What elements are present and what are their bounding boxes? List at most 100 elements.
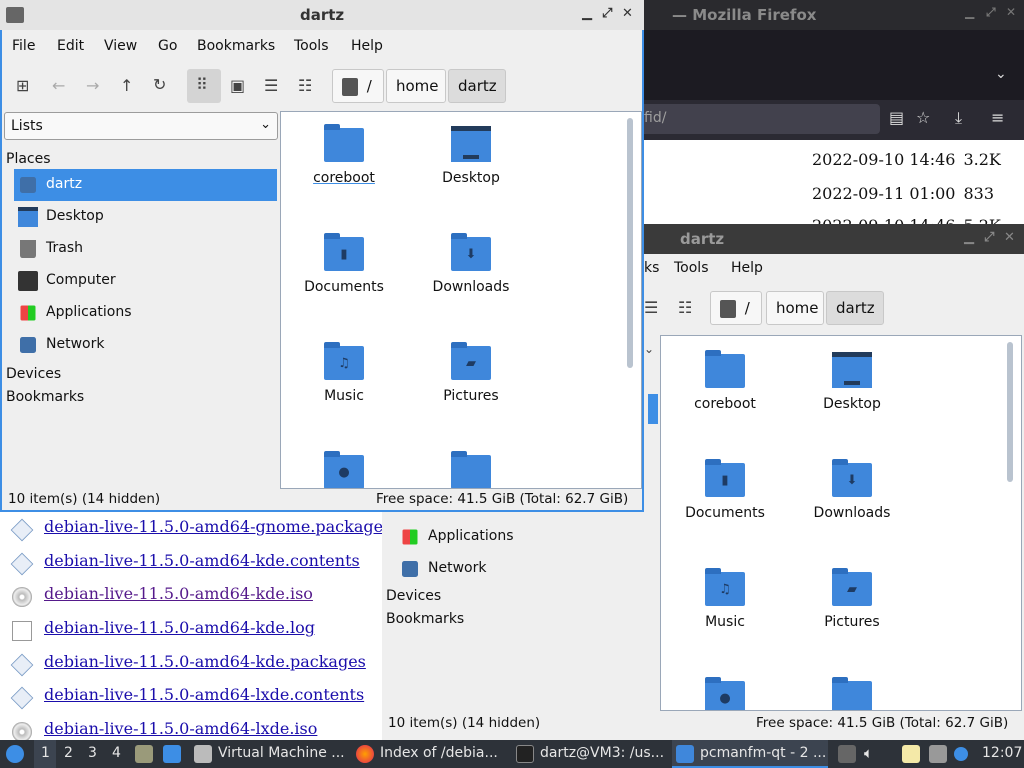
file-link[interactable]: debian-live-11.5.0-amd64-kde.iso xyxy=(44,584,313,603)
file-link[interactable]: debian-live-11.5.0-amd64-lxde.iso xyxy=(44,719,317,738)
desktop-3-button[interactable]: 3 xyxy=(88,745,97,761)
maximize-icon[interactable]: ⤢ xyxy=(602,6,612,21)
file-link[interactable]: debian-live-11.5.0-amd64-lxde.contents xyxy=(44,685,364,704)
minimize-icon[interactable]: ▁ xyxy=(964,230,974,245)
sidebar-item-dartz[interactable]: dartz xyxy=(14,169,277,201)
desktop-2-button[interactable]: 2 xyxy=(64,745,73,761)
volume-icon[interactable]: 🔈︎ xyxy=(864,744,873,762)
menu-go[interactable]: Go xyxy=(158,38,177,54)
scrollbar-thumb[interactable] xyxy=(627,118,633,368)
chevron-down-icon[interactable]: ⌄ xyxy=(995,66,1007,82)
reload-icon[interactable]: ↻ xyxy=(153,75,166,94)
path-home-button[interactable]: home xyxy=(386,69,446,103)
maximize-icon[interactable]: ⤢ xyxy=(984,230,994,245)
folder-item[interactable] xyxy=(792,671,912,710)
network-tray-icon[interactable] xyxy=(929,745,947,763)
folder-item-pictures[interactable]: ▰ Pictures xyxy=(411,336,531,436)
file-link[interactable]: debian-live-11.5.0-amd64-kde.packages xyxy=(44,652,366,671)
icon-view-button[interactable]: ⠿ xyxy=(187,69,221,103)
forward-arrow-icon[interactable]: → xyxy=(86,76,99,95)
sidebar-item-computer[interactable]: Computer xyxy=(14,265,277,297)
folder-item[interactable]: ● xyxy=(284,445,404,488)
folder-item-downloads[interactable]: ⬇ Downloads xyxy=(411,227,531,327)
task-firefox[interactable]: Index of /debia... xyxy=(352,740,508,768)
compact-view-icon[interactable]: ☷ xyxy=(298,76,312,95)
folder-item-documents[interactable]: ▮ Documents xyxy=(284,227,404,327)
folder-item[interactable]: coreboot xyxy=(665,344,785,444)
folder-item[interactable]: ● xyxy=(665,671,785,710)
close-icon[interactable]: ✕ xyxy=(1006,5,1016,19)
menu-bookmarks[interactable]: Bookmarks xyxy=(197,38,275,54)
folder-item-music[interactable]: ♫ Music xyxy=(284,336,404,436)
up-arrow-icon[interactable]: ↑ xyxy=(120,76,133,95)
sidebar-item-network[interactable]: Network xyxy=(396,553,658,585)
menu-bookmarks[interactable]: ks xyxy=(644,260,659,276)
bookmark-star-icon[interactable]: ☆ xyxy=(916,108,930,127)
detailed-list-view-icon[interactable]: ☰ xyxy=(644,298,658,317)
file-link-row: debian-live-11.5.0-amd64-lxde.iso xyxy=(10,716,382,740)
menu-tools[interactable]: Tools xyxy=(674,260,709,276)
devices-header[interactable]: Devices xyxy=(6,366,61,382)
sidebar-item-network[interactable]: Network xyxy=(14,329,277,361)
sidebar-item-desktop[interactable]: Desktop xyxy=(14,201,277,233)
folder-item-desktop[interactable]: Desktop xyxy=(411,118,531,218)
tray-menu-icon[interactable] xyxy=(838,745,856,763)
task-terminal[interactable]: dartz@VM3: /us... xyxy=(512,740,668,768)
close-icon[interactable]: ✕ xyxy=(1004,230,1015,245)
maximize-icon[interactable]: ⤢ xyxy=(986,5,996,20)
music-icon: ♫ xyxy=(324,342,364,380)
path-dartz-button[interactable]: dartz xyxy=(448,69,506,103)
file-link[interactable]: debian-live-11.5.0-amd64-gnome.packages xyxy=(44,517,382,536)
places-header[interactable]: Places xyxy=(6,151,51,167)
combo-arrow-icon[interactable]: ⌄ xyxy=(644,342,654,356)
url-bar[interactable]: fid/ xyxy=(640,104,880,134)
menu-file[interactable]: File xyxy=(12,38,35,54)
show-desktop-icon[interactable] xyxy=(163,745,181,763)
scrollbar-thumb[interactable] xyxy=(1007,342,1013,482)
menu-view[interactable]: View xyxy=(104,38,137,54)
download-icon[interactable]: ⤓ xyxy=(955,108,962,128)
path-root-button[interactable]: / xyxy=(710,291,762,325)
menu-help[interactable]: Help xyxy=(731,260,763,276)
new-tab-icon[interactable]: ⊞ xyxy=(16,76,29,95)
close-icon[interactable]: ✕ xyxy=(622,6,633,21)
menu-icon[interactable]: ≡ xyxy=(991,108,1004,127)
bookmarks-header[interactable]: Bookmarks xyxy=(6,389,84,405)
folder-item[interactable]: ▮ Documents xyxy=(665,453,785,553)
menu-edit[interactable]: Edit xyxy=(57,38,84,54)
sidebar-item-trash[interactable]: Trash xyxy=(14,233,277,265)
devices-header[interactable]: Devices xyxy=(386,588,441,604)
desktop-4-button[interactable]: 4 xyxy=(112,745,121,761)
folder-item[interactable]: ♫ Music xyxy=(665,562,785,662)
sidebar-item-applications[interactable]: Applications xyxy=(396,521,658,553)
minimize-icon[interactable]: ▁ xyxy=(582,6,592,21)
task-virtual-machine[interactable]: Virtual Machine ... xyxy=(190,740,350,768)
start-menu-icon[interactable] xyxy=(6,745,24,763)
file-link[interactable]: debian-live-11.5.0-amd64-kde.contents xyxy=(44,551,360,570)
folder-item[interactable]: ⬇ Downloads xyxy=(792,453,912,553)
thumbnail-view-icon[interactable]: ▣ xyxy=(230,76,245,95)
menu-help[interactable]: Help xyxy=(351,38,383,54)
menu-tools[interactable]: Tools xyxy=(294,38,329,54)
folder-item[interactable] xyxy=(411,445,531,488)
sidebar-item-applications[interactable]: Applications xyxy=(14,297,277,329)
task-pcmanfm[interactable]: pcmanfm-qt - 2 ... xyxy=(672,740,828,768)
path-dartz-button[interactable]: dartz xyxy=(826,291,884,325)
detailed-list-view-icon[interactable]: ☰ xyxy=(264,76,278,95)
back-arrow-icon[interactable]: ← xyxy=(52,76,65,95)
path-root-button[interactable]: / xyxy=(332,69,384,103)
folder-item-coreboot[interactable]: coreboot xyxy=(284,118,404,218)
compact-view-icon[interactable]: ☷ xyxy=(678,298,692,317)
reader-view-icon[interactable]: ▤ xyxy=(889,108,904,127)
bookmarks-header[interactable]: Bookmarks xyxy=(386,611,464,627)
file-manager-launcher-icon[interactable] xyxy=(135,745,153,763)
path-home-button[interactable]: home xyxy=(766,291,824,325)
notification-icon[interactable] xyxy=(954,747,968,761)
minimize-icon[interactable]: ▁ xyxy=(965,5,974,19)
file-link[interactable]: debian-live-11.5.0-amd64-kde.log xyxy=(44,618,315,637)
side-pane-mode-select[interactable]: Lists ⌄ xyxy=(4,112,278,140)
clipboard-icon[interactable] xyxy=(902,745,920,763)
folder-item[interactable]: ▰ Pictures xyxy=(792,562,912,662)
folder-item[interactable]: Desktop xyxy=(792,344,912,444)
desktop-1-button[interactable]: 1 xyxy=(34,740,56,768)
